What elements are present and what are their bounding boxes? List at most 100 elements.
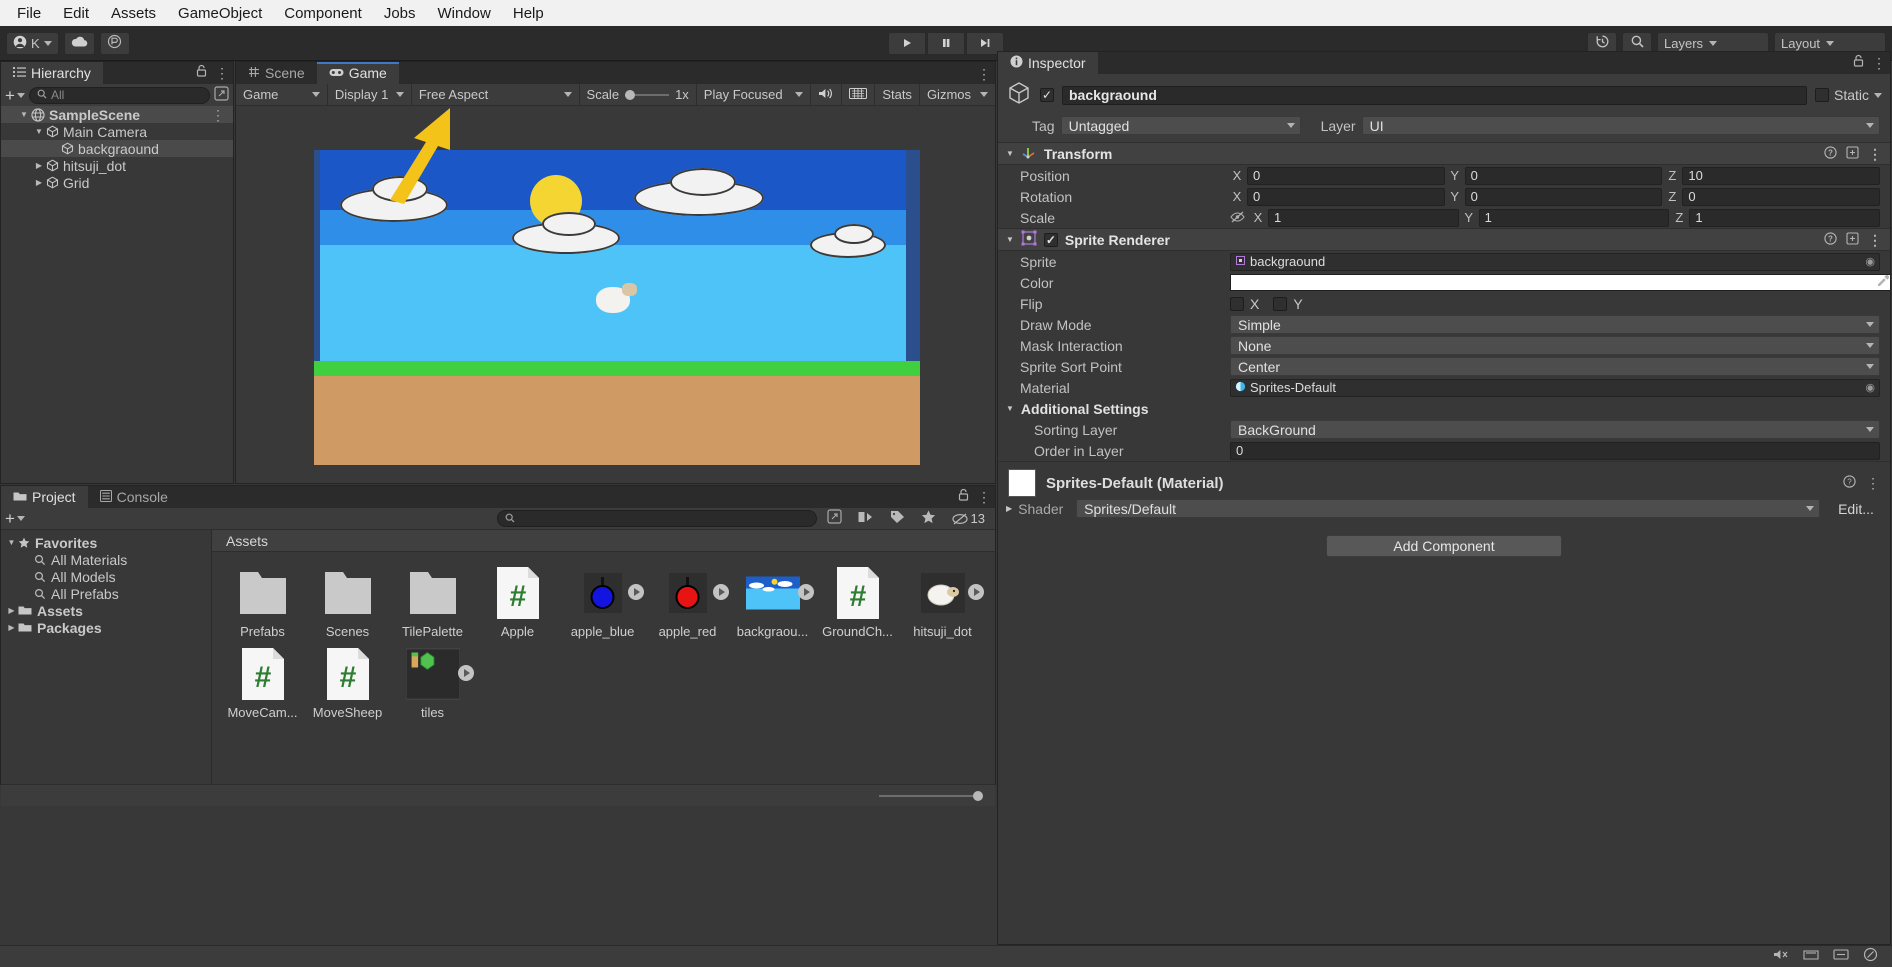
- project-tree-item-packages[interactable]: ▶Packages: [1, 619, 211, 636]
- transform-rotation-y-input[interactable]: 0: [1465, 188, 1663, 206]
- project-tree-item-all-models[interactable]: All Models: [1, 568, 211, 585]
- tag-dropdown[interactable]: Untagged: [1061, 116, 1301, 135]
- foldout-arrow-icon[interactable]: ▼: [1006, 235, 1014, 244]
- transform-position-z-input[interactable]: 10: [1682, 167, 1880, 185]
- shader-dropdown[interactable]: Sprites/Default: [1076, 499, 1820, 518]
- menu-file[interactable]: File: [6, 3, 52, 24]
- hierarchy-item-hitsuji-dot[interactable]: ▶hitsuji_dot: [1, 157, 233, 174]
- transform-component-header[interactable]: ▼ Transform ? ⋮: [998, 142, 1890, 165]
- asset-expand-icon[interactable]: [968, 584, 984, 600]
- menu-help[interactable]: Help: [502, 3, 555, 24]
- project-tree-item-all-materials[interactable]: All Materials: [1, 551, 211, 568]
- material-object-field[interactable]: Sprites-Default ◉: [1230, 379, 1880, 397]
- asset-expand-icon[interactable]: [798, 584, 814, 600]
- draw-mode-dropdown[interactable]: Simple: [1230, 315, 1880, 334]
- layer-dropdown[interactable]: UI: [1362, 116, 1880, 135]
- eyedropper-icon[interactable]: [1875, 274, 1890, 292]
- error-icon[interactable]: [1863, 947, 1878, 966]
- tab-game[interactable]: Game: [317, 62, 399, 84]
- kebab-menu-icon[interactable]: ⋮: [211, 108, 225, 122]
- play-mode-dropdown[interactable]: Play Focused: [697, 84, 812, 106]
- menu-edit[interactable]: Edit: [52, 3, 100, 24]
- asset-item[interactable]: #GroundCh...: [825, 566, 890, 639]
- tab-scene[interactable]: Scene: [236, 62, 317, 84]
- help-icon[interactable]: ?: [1824, 232, 1837, 248]
- foldout-arrow-icon[interactable]: ▼: [5, 538, 18, 547]
- label-filter-icon[interactable]: [890, 510, 905, 528]
- tab-inspector[interactable]: Inspector: [998, 52, 1098, 74]
- packages-filter-icon[interactable]: [858, 510, 874, 528]
- foldout-arrow-icon[interactable]: ▶: [32, 178, 46, 187]
- asset-item[interactable]: TilePalette: [400, 566, 465, 639]
- flip-x-checkbox[interactable]: [1230, 297, 1244, 311]
- collapse-icon[interactable]: [1833, 948, 1849, 965]
- foldout-arrow-icon[interactable]: ▼: [17, 110, 31, 119]
- kebab-menu-icon[interactable]: ⋮: [1872, 56, 1886, 70]
- object-picker-icon[interactable]: ◉: [1865, 255, 1875, 268]
- object-picker-icon[interactable]: ◉: [1865, 381, 1875, 394]
- asset-item[interactable]: Prefabs: [230, 566, 295, 639]
- kebab-menu-icon[interactable]: ⋮: [1866, 476, 1880, 490]
- hierarchy-item-grid[interactable]: ▶Grid: [1, 174, 233, 191]
- transform-scale-y-input[interactable]: 1: [1479, 209, 1670, 227]
- lock-icon[interactable]: [196, 64, 207, 81]
- static-toggle[interactable]: Static: [1815, 87, 1882, 103]
- project-tree-item-favorites[interactable]: ▼Favorites: [1, 534, 211, 551]
- foldout-arrow-icon[interactable]: ▶: [5, 623, 18, 632]
- transform-scale-x-input[interactable]: 1: [1268, 209, 1459, 227]
- object-enabled-checkbox[interactable]: [1040, 88, 1054, 102]
- transform-position-y-input[interactable]: 0: [1465, 167, 1663, 185]
- gizmos-dropdown[interactable]: [978, 84, 995, 106]
- help-icon[interactable]: ?: [1824, 146, 1837, 162]
- kebab-menu-icon[interactable]: ⋮: [1868, 233, 1882, 247]
- menu-jobs[interactable]: Jobs: [373, 3, 427, 24]
- kebab-menu-icon[interactable]: ⋮: [977, 67, 991, 81]
- mask-dropdown[interactable]: None: [1230, 336, 1880, 355]
- asset-item[interactable]: #Apple: [485, 566, 550, 639]
- transform-rotation-z-input[interactable]: 0: [1682, 188, 1880, 206]
- order-input[interactable]: 0: [1230, 442, 1880, 460]
- transform-scale-z-input[interactable]: 1: [1689, 209, 1880, 227]
- display-dropdown[interactable]: Display 1: [328, 84, 412, 106]
- project-search-expand-icon[interactable]: [827, 509, 842, 528]
- static-checkbox[interactable]: [1815, 88, 1829, 102]
- asset-item[interactable]: apple_red: [655, 566, 720, 639]
- asset-size-slider[interactable]: [879, 795, 979, 797]
- asset-item[interactable]: backgraou...: [740, 566, 805, 639]
- gizmos-button[interactable]: Gizmos: [920, 84, 978, 106]
- foldout-arrow-icon[interactable]: ▼: [1006, 149, 1014, 158]
- hierarchy-item-main-camera[interactable]: ▼Main Camera: [1, 123, 233, 140]
- hierarchy-search-input[interactable]: All: [29, 87, 210, 104]
- additional-settings-header[interactable]: ▼ Additional Settings: [998, 398, 1890, 419]
- sort-point-dropdown[interactable]: Center: [1230, 357, 1880, 376]
- uniform-scale-toggle-icon[interactable]: [1230, 210, 1245, 226]
- mute-icon[interactable]: [1773, 948, 1789, 965]
- cloud-button[interactable]: [64, 32, 95, 55]
- asset-expand-icon[interactable]: [628, 584, 644, 600]
- play-button[interactable]: [888, 32, 926, 55]
- asset-item[interactable]: tiles: [400, 647, 465, 720]
- menu-window[interactable]: Window: [427, 3, 502, 24]
- tab-project[interactable]: Project: [1, 486, 88, 508]
- edit-shader-button[interactable]: Edit...: [1832, 501, 1880, 517]
- object-name-input[interactable]: backgraound: [1062, 86, 1807, 105]
- pause-button[interactable]: [927, 32, 965, 55]
- sorting-layer-dropdown[interactable]: BackGround: [1230, 420, 1880, 439]
- clear-icon[interactable]: [1803, 948, 1819, 965]
- asset-item[interactable]: hitsuji_dot: [910, 566, 975, 639]
- foldout-arrow-icon[interactable]: ▼: [1006, 404, 1014, 413]
- frame-debugger-button[interactable]: [842, 84, 875, 106]
- help-icon[interactable]: ?: [1843, 475, 1856, 492]
- aspect-dropdown[interactable]: Free Aspect: [412, 84, 580, 106]
- asset-expand-icon[interactable]: [458, 665, 474, 681]
- sprite-renderer-enabled-checkbox[interactable]: [1044, 233, 1058, 247]
- foldout-arrow-icon[interactable]: ▼: [32, 127, 46, 136]
- menu-component[interactable]: Component: [273, 3, 373, 24]
- account-button[interactable]: K: [6, 32, 59, 55]
- sprite-object-field[interactable]: backgraound ◉: [1230, 253, 1880, 271]
- stats-button[interactable]: Stats: [875, 84, 920, 106]
- preset-icon[interactable]: [1846, 146, 1859, 162]
- asset-item[interactable]: apple_blue: [570, 566, 635, 639]
- transform-position-x-input[interactable]: 0: [1247, 167, 1445, 185]
- scale-track[interactable]: [625, 90, 669, 100]
